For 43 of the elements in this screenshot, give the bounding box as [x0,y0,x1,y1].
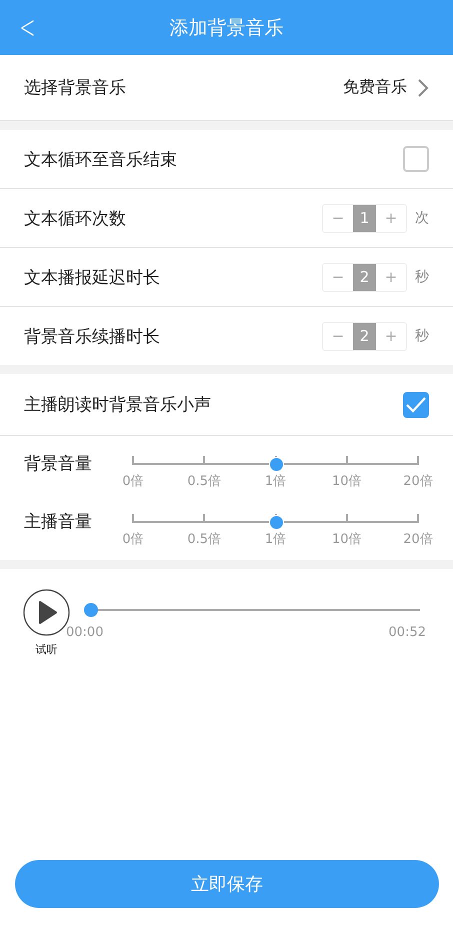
slider-thumb[interactable] [268,515,284,530]
plus-button[interactable]: + [376,322,406,350]
unit-label: 秒 [415,268,429,286]
tick-label: 0倍 [122,531,144,548]
minus-button[interactable]: − [323,204,353,232]
tick-label: 10倍 [332,531,362,548]
setting-label: 选择背景音乐 [24,77,126,99]
setting-value[interactable]: 免费音乐 [343,77,407,98]
checkbox[interactable] [403,146,429,172]
progress-thumb[interactable] [84,603,98,617]
setting-label: 文本播报延迟时长 [24,266,160,288]
plus-button[interactable]: + [376,264,406,290]
slider-thumb[interactable] [268,457,284,472]
volume-label: 背景音量 [24,453,92,476]
current-time: 00:00 [66,625,104,640]
tick-label: 0.5倍 [187,473,222,490]
tick-label: 1倍 [264,473,286,490]
plus-button[interactable]: + [376,204,406,232]
volume-label: 主播音量 [24,511,92,534]
stepper-value: 2 [353,264,376,290]
minus-button[interactable]: − [323,264,353,290]
chevron-right-icon[interactable] [417,78,429,98]
setting-label: 主播朗读时背景音乐小声 [24,394,211,416]
tick-label: 1倍 [264,531,286,548]
unit-label: 次 [415,209,429,227]
minus-button[interactable]: − [323,322,353,350]
checkbox[interactable] [403,392,429,418]
play-caption: 试听 [36,642,58,657]
back-button[interactable]: < [19,8,36,46]
page-title: 添加背景音乐 [170,16,284,40]
tick-label: 10倍 [332,473,362,490]
total-time: 00:52 [388,625,426,640]
tick-label: 0倍 [122,473,144,490]
stepper-value: 2 [353,322,376,350]
stepper-value: 1 [353,204,376,232]
setting-label: 文本循环至音乐结束 [24,148,177,170]
unit-label: 秒 [415,327,429,345]
tick-label: 0.5倍 [187,531,222,548]
setting-label: 文本循环次数 [24,208,126,230]
tick-label: 20倍 [403,473,433,490]
setting-label: 背景音乐续播时长 [24,326,160,348]
tick-label: 20倍 [403,531,433,548]
save-button[interactable]: 立即保存 [15,860,439,908]
